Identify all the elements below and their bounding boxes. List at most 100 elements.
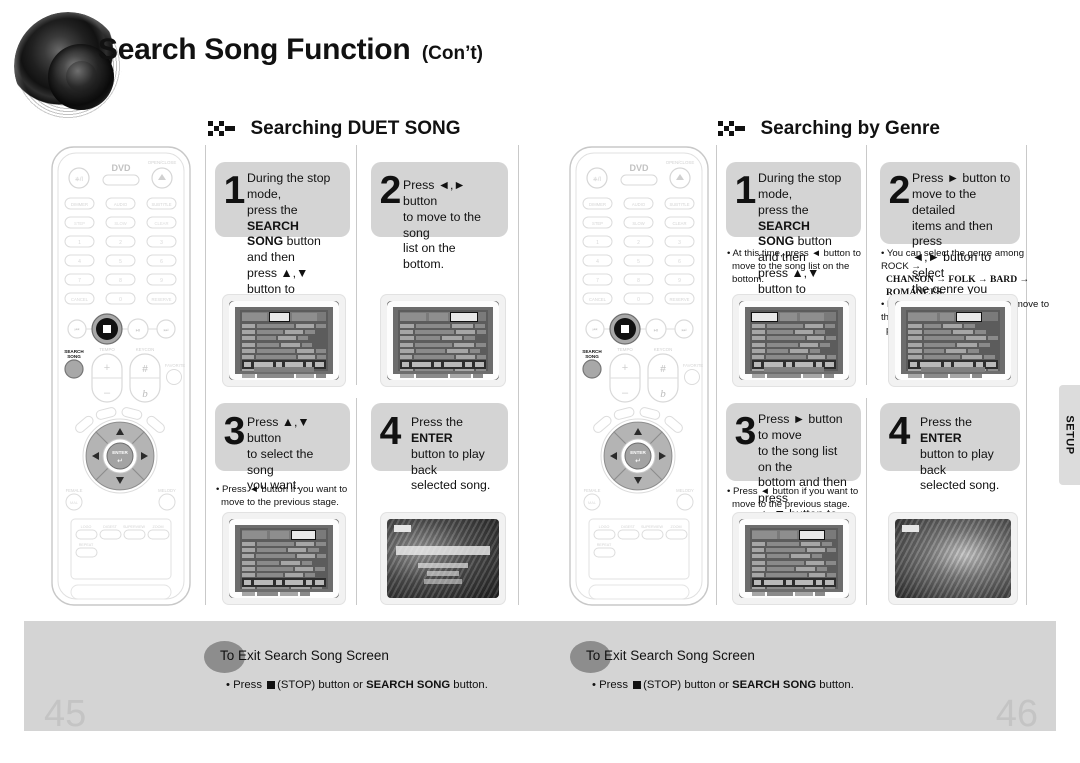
osd-song-list	[750, 528, 838, 596]
svg-text:6: 6	[678, 259, 681, 265]
note-duet-3: • Press ◄ button if you want to move to …	[216, 484, 366, 510]
step-number: 4	[379, 410, 402, 453]
section-heading-duet-label: Searching DUET SONG	[250, 118, 461, 139]
svg-text:DIGEST: DIGEST	[103, 525, 117, 529]
step-line: move to the detailed	[912, 186, 977, 217]
osd-tabs	[908, 311, 998, 322]
svg-text:MAL: MAL	[70, 500, 79, 505]
stop-square-icon	[267, 681, 276, 689]
tv-inner	[895, 519, 1011, 598]
step-text: Press the ENTER button to play back sele…	[912, 410, 1012, 494]
tv-inner	[895, 301, 1011, 380]
svg-text:RESERVE: RESERVE	[152, 297, 172, 302]
remote-control-genre: ⎈/I DVD OPEN/CLOSE DIMMER AUDIO SUBTITLE S…	[568, 145, 710, 607]
step-line: Press ▲,▼ button	[247, 415, 310, 445]
note-line: move to the previous stage.	[732, 498, 850, 510]
svg-text:KEYCON: KEYCON	[654, 347, 673, 352]
setup-side-tab[interactable]: SETUP	[1059, 385, 1080, 485]
osd-footer-bar	[254, 367, 314, 372]
exit-note: • Press (STOP) button or SEARCH SONG but…	[592, 679, 854, 691]
step-line: press the SEARCH	[247, 203, 342, 235]
divider-duet-right	[518, 145, 519, 605]
svg-text:#: #	[660, 364, 666, 375]
svg-text:FEMALE: FEMALE	[584, 488, 601, 493]
svg-text:3: 3	[160, 240, 163, 246]
step-line: SONG button and then	[247, 234, 342, 266]
step-line-bold: ENTER	[920, 430, 962, 445]
svg-text:FEMALE: FEMALE	[66, 488, 83, 493]
svg-text:5: 5	[637, 259, 640, 265]
osd-rows	[400, 323, 487, 378]
svg-text:ZOOM: ZOOM	[670, 525, 681, 529]
step-line: selected song.	[920, 478, 1000, 493]
step-number: 3	[223, 410, 246, 453]
svg-text:STEP: STEP	[592, 221, 603, 226]
svg-text:⎈/I: ⎈/I	[75, 177, 83, 183]
svg-text:OPEN/CLOSE: OPEN/CLOSE	[666, 160, 695, 165]
svg-text:ENTER: ENTER	[630, 450, 646, 455]
svg-text:SLOW: SLOW	[632, 221, 644, 226]
svg-text:CANCEL: CANCEL	[589, 297, 607, 302]
tv-screenshot-duet-3	[222, 512, 346, 605]
remote-control-duet: ⎈/I DVD OPEN/CLOSE DIMMER AUDIO SUBTITLE…	[50, 145, 192, 607]
svg-text:AUDIO: AUDIO	[114, 202, 128, 207]
svg-text:0: 0	[637, 297, 640, 303]
section-heading-duet: Searching DUET SONG	[208, 118, 461, 140]
setup-side-tab-label: SETUP	[1063, 415, 1076, 455]
osd-song-list	[750, 310, 838, 378]
osd-rows	[752, 323, 836, 378]
page-title: Search Song Function (Con’t)	[98, 33, 483, 67]
note-line: • Press ◄ button if you want to	[216, 484, 348, 495]
osd-key-hints	[400, 360, 486, 369]
osd-footer-bar	[921, 367, 985, 372]
svg-text:SUBTITLE: SUBTITLE	[151, 202, 171, 207]
page-header: Search Song Function (Con’t)	[0, 0, 1080, 120]
svg-text:⎈/I: ⎈/I	[593, 177, 601, 183]
svg-text:CANCEL: CANCEL	[71, 297, 89, 302]
svg-text:⏮: ⏮	[75, 328, 80, 334]
step-text: Press the ENTER button to play back sele…	[403, 410, 500, 494]
osd-badge	[394, 525, 411, 532]
svg-text:⏭: ⏭	[682, 328, 687, 334]
step-line-part: press the	[247, 202, 298, 217]
svg-text:+: +	[104, 362, 110, 374]
exit-note-part: • Press	[592, 679, 632, 691]
osd-rows	[908, 323, 998, 378]
svg-text:+: +	[622, 362, 628, 374]
step-line: Press the ENTER	[920, 415, 1012, 447]
note-line: move to the previous stage.	[221, 496, 339, 508]
step-line: Press ► button to	[912, 171, 1011, 185]
exit-note-part: (STOP) button or	[277, 679, 367, 691]
note-line: • You can select the genre among ROCK →	[881, 248, 1025, 272]
step-number: 2	[888, 169, 911, 212]
svg-text:8: 8	[637, 278, 640, 284]
tv-inner	[387, 301, 499, 380]
chevron-blocks-icon	[208, 119, 239, 140]
osd-tabs	[400, 311, 486, 322]
divider-left-col	[205, 145, 206, 605]
osd-tabs	[242, 529, 326, 540]
step-box-genre-4: 4 Press the ENTER button to play back se…	[880, 403, 1020, 492]
step-line-part: Press the	[411, 415, 463, 429]
osd-rows	[752, 541, 836, 596]
osd-song-list	[240, 310, 328, 378]
step-line: selected song.	[411, 478, 491, 493]
step-box-duet-1: 1 During the stop mode, press the SEARCH…	[215, 162, 350, 328]
step-line: During the stop mode,	[247, 171, 331, 201]
video-playback-screen	[895, 519, 1011, 598]
note-line: • Press ◄ button if you want to	[727, 486, 859, 497]
page-number-right: 46	[995, 693, 1038, 735]
svg-text:↵: ↵	[635, 458, 641, 465]
step-line: to the song list on the	[758, 443, 838, 474]
svg-text:3: 3	[678, 240, 681, 246]
exit-note-bold: SEARCH SONG	[366, 679, 451, 691]
note-genre-3: • Press ◄ button if you want to move to …	[727, 486, 879, 512]
exit-title: To Exit Search Song Screen	[586, 648, 755, 663]
section-heading-genre-label: Searching by Genre	[760, 118, 940, 139]
chevron-blocks-icon	[718, 119, 749, 140]
tv-inner	[739, 519, 849, 598]
svg-text:⏯: ⏯	[654, 328, 659, 334]
svg-text:DIGEST: DIGEST	[621, 525, 635, 529]
svg-text:1: 1	[78, 240, 81, 246]
page-number-left: 45	[44, 693, 87, 735]
